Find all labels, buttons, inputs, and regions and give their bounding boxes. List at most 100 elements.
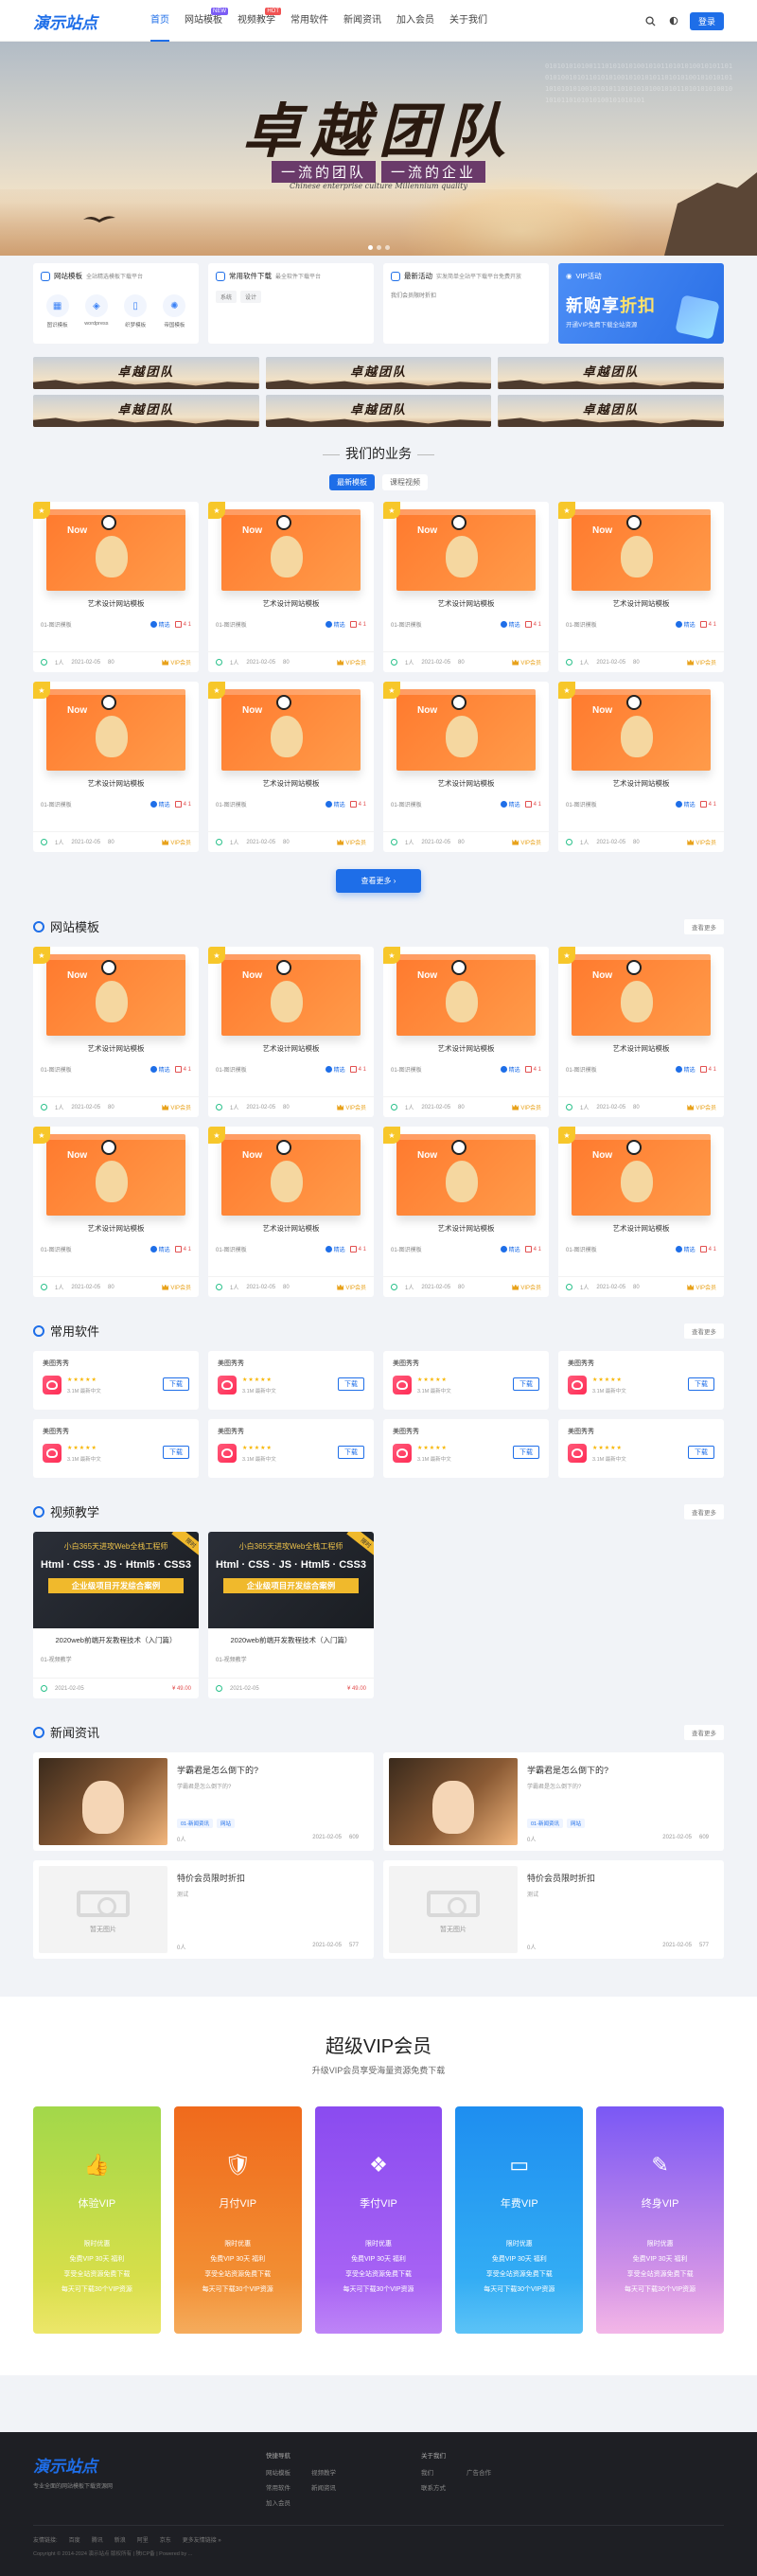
product-category[interactable]: 01-图识模板 (41, 800, 72, 808)
quick-item-empire[interactable]: ✺ 帝国模板 (158, 294, 191, 329)
download-button[interactable]: 下载 (688, 1377, 714, 1391)
product-card[interactable]: Now ★ 艺术设计网站模板 01-图识模板 精选 4 1 1人 2021-02-05 80 VI… (33, 682, 199, 852)
featured-tag[interactable]: 精选 (500, 800, 520, 808)
video-card[interactable]: 限时 小白365天进攻Web全栈工程师 Html · CSS · JS · Html… (208, 1532, 374, 1698)
featured-tag[interactable]: 精选 (675, 800, 695, 808)
software-card[interactable]: 美图秀秀 ★★★★★ 3.1M 最新中文 下载 (558, 1351, 724, 1410)
banner-dot[interactable] (376, 245, 381, 250)
vip-badge[interactable]: VIP会员 (512, 658, 541, 666)
product-category[interactable]: 01-图识模板 (566, 1065, 597, 1074)
featured-tag[interactable]: 精选 (500, 620, 520, 629)
product-title[interactable]: 艺术设计网站模板 (208, 1043, 374, 1054)
featured-tag[interactable]: 精选 (675, 1065, 695, 1074)
vip-plan-card[interactable]: 👍 体验VIP 限时优惠 免费VIP 30天 福利 享受全站资源免费下载 每天可下载30个… (33, 2106, 161, 2334)
product-card[interactable]: Now ★ 艺术设计网站模板 01-图识模板 精选 4 1 1人 2021-02-05 80 VI… (558, 1127, 724, 1297)
product-category[interactable]: 01-图识模板 (216, 1245, 247, 1253)
product-category[interactable]: 01-图识模板 (566, 1245, 597, 1253)
news-title[interactable]: 学霸君是怎么倒下的? (527, 1764, 709, 1776)
nav-item-3[interactable]: 常用软件 (283, 0, 336, 42)
vip-plan-card[interactable]: ✎ 终身VIP 限时优惠 免费VIP 30天 福利 享受全站资源免费下载 每天可下载30个… (596, 2106, 724, 2334)
software-name[interactable]: 美图秀秀 (43, 1427, 189, 1436)
product-title[interactable]: 艺术设计网站模板 (383, 1043, 549, 1054)
placeholder-image[interactable]: 暂无图片 (39, 1866, 167, 1953)
vip-badge[interactable]: VIP会员 (687, 1103, 716, 1111)
vip-plan-card[interactable]: ▭ 年费VIP 限时优惠 免费VIP 30天 福利 享受全站资源免费下载 每天可下载30个… (455, 2106, 584, 2334)
vip-badge[interactable]: VIP会员 (162, 658, 191, 666)
quick-card-software[interactable]: 常用软件下载 最全软件下载平台 系统 设计 (208, 263, 374, 344)
product-thumb[interactable]: Now (33, 1127, 199, 1221)
vip-badge[interactable]: VIP会员 (512, 1103, 541, 1111)
quick-card-activity[interactable]: 最新活动 实发简单全站平下载平台免费开放 我们会员限时折扣 (383, 263, 549, 344)
footer-link[interactable]: 联系方式 (421, 2481, 446, 2496)
product-thumb[interactable]: Now (33, 502, 199, 596)
vip-promo-card[interactable]: ◉ VIP活动 新购享折扣 开通VIP免费下载全站资源 (558, 263, 724, 344)
software-name[interactable]: 美图秀秀 (218, 1359, 364, 1368)
product-category[interactable]: 01-图识模板 (41, 620, 72, 629)
ad-banner[interactable]: 卓越团队 (265, 357, 492, 389)
featured-tag[interactable]: 精选 (150, 620, 170, 629)
placeholder-image[interactable]: 暂无图片 (389, 1866, 518, 1953)
product-card[interactable]: Now ★ 艺术设计网站模板 01-图识模板 精选 4 1 1人 2021-02-05 80 VI… (383, 947, 549, 1117)
product-thumb[interactable]: Now (383, 1127, 549, 1221)
product-card[interactable]: Now ★ 艺术设计网站模板 01-图识模板 精选 4 1 1人 2021-02-05 80 VI… (383, 1127, 549, 1297)
product-title[interactable]: 艺术设计网站模板 (383, 778, 549, 789)
nav-item-4[interactable]: 新闻资讯 (336, 0, 389, 42)
tag[interactable]: 设计 (240, 291, 262, 303)
product-thumb[interactable]: Now (383, 947, 549, 1041)
software-card[interactable]: 美图秀秀 ★★★★★ 3.1M 最新中文 下载 (558, 1419, 724, 1478)
product-card[interactable]: Now ★ 艺术设计网站模板 01-图识模板 精选 4 1 1人 2021-02-05 80 VI… (33, 1127, 199, 1297)
featured-tag[interactable]: 精选 (675, 620, 695, 629)
product-title[interactable]: 艺术设计网站模板 (558, 598, 724, 609)
banner-dot[interactable] (384, 245, 390, 250)
more-link[interactable]: 查看更多 (684, 1323, 724, 1339)
download-button[interactable]: 下载 (338, 1377, 364, 1391)
software-card[interactable]: 美图秀秀 ★★★★★ 3.1M 最新中文 下载 (208, 1351, 374, 1410)
search-icon[interactable] (644, 14, 658, 27)
product-card[interactable]: Now ★ 艺术设计网站模板 01-图识模板 精选 4 1 1人 2021-02-05 80 VI… (558, 502, 724, 672)
news-tag[interactable]: 01-新闻资讯 (527, 1819, 563, 1828)
product-title[interactable]: 艺术设计网站模板 (208, 778, 374, 789)
more-link[interactable]: 查看更多 (684, 1503, 724, 1519)
product-category[interactable]: 01-图识模板 (391, 800, 422, 808)
news-tag[interactable]: 网站 (566, 1819, 585, 1828)
featured-tag[interactable]: 精选 (500, 1245, 520, 1253)
product-title[interactable]: 艺术设计网站模板 (383, 1223, 549, 1234)
tag[interactable]: 系统 (216, 291, 238, 303)
friend-link[interactable]: 阿里 (137, 2535, 149, 2544)
friend-link[interactable]: 百度 (69, 2535, 80, 2544)
vip-badge[interactable]: VIP会员 (162, 1283, 191, 1291)
product-title[interactable]: 艺术设计网站模板 (558, 778, 724, 789)
ad-banner[interactable]: 卓越团队 (265, 395, 492, 427)
product-title[interactable]: 艺术设计网站模板 (383, 598, 549, 609)
product-card[interactable]: Now ★ 艺术设计网站模板 01-图识模板 精选 4 1 1人 2021-02-05 80 VI… (383, 502, 549, 672)
quick-card-templates[interactable]: 网站模板 全站精选模板下载平台 ▦ 图识模板 ◈ wordpress ▯ 织梦模板 ✺ 帝… (33, 263, 199, 344)
featured-tag[interactable]: 精选 (325, 1245, 345, 1253)
product-title[interactable]: 艺术设计网站模板 (33, 778, 199, 789)
product-category[interactable]: 01-图识模板 (216, 1065, 247, 1074)
news-tag[interactable]: 01-新闻资讯 (177, 1819, 213, 1828)
nav-item-1[interactable]: 网站模板 NEW (177, 0, 230, 42)
product-thumb[interactable]: Now (558, 682, 724, 776)
nav-item-6[interactable]: 关于我们 (442, 0, 495, 42)
vip-badge[interactable]: VIP会员 (162, 838, 191, 846)
footer-link[interactable]: 新闻资讯 (311, 2481, 336, 2496)
product-card[interactable]: Now ★ 艺术设计网站模板 01-图识模板 精选 4 1 1人 2021-02-05 80 VI… (33, 502, 199, 672)
featured-tag[interactable]: 精选 (325, 800, 345, 808)
hero-banner[interactable]: 0101010101001110101010100101011010101001… (0, 42, 757, 256)
product-title[interactable]: 艺术设计网站模板 (33, 1223, 199, 1234)
product-thumb[interactable]: Now (208, 1127, 374, 1221)
product-card[interactable]: Now ★ 艺术设计网站模板 01-图识模板 精选 4 1 1人 2021-02-05 80 VI… (208, 682, 374, 852)
video-category[interactable]: 01-视频教学 (33, 1645, 199, 1663)
product-thumb[interactable]: Now (558, 947, 724, 1041)
product-card[interactable]: Now ★ 艺术设计网站模板 01-图识模板 精选 4 1 1人 2021-02-05 80 VI… (208, 1127, 374, 1297)
footer-link[interactable]: 视频教学 (311, 2466, 336, 2481)
ad-banner[interactable]: 卓越团队 (33, 357, 259, 389)
friend-link[interactable]: 腾讯 (92, 2535, 103, 2544)
news-card[interactable]: 暂无图片 特价会员限时折扣 测试 0人 2021-02-05 577 (33, 1860, 374, 1959)
theme-toggle-icon[interactable] (667, 14, 680, 27)
product-card[interactable]: Now ★ 艺术设计网站模板 01-图识模板 精选 4 1 1人 2021-02-05 80 VI… (383, 682, 549, 852)
banner-dot[interactable] (367, 245, 373, 250)
footer-link[interactable]: 网站模板 (266, 2466, 290, 2481)
product-category[interactable]: 01-图识模板 (216, 800, 247, 808)
product-card[interactable]: Now ★ 艺术设计网站模板 01-图识模板 精选 4 1 1人 2021-02-05 80 VI… (208, 947, 374, 1117)
